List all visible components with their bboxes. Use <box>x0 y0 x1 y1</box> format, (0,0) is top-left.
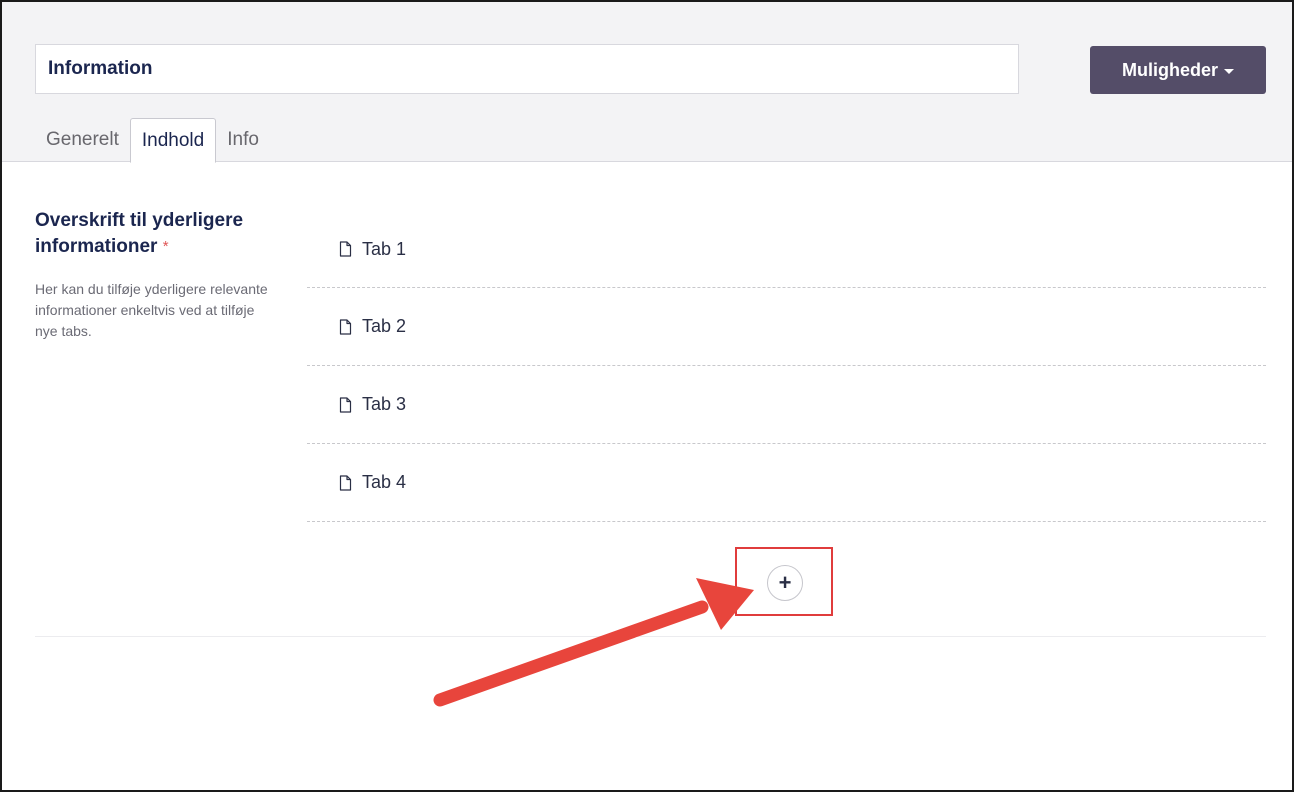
list-item-label: Tab 1 <box>362 238 407 259</box>
tab-list: Tab 1 Tab 2 Tab 3 Tab 4 <box>307 211 1266 522</box>
property-label: Overskrift til yderligere informationer … <box>35 208 285 260</box>
plus-icon: + <box>778 570 792 595</box>
tab-info[interactable]: Info <box>216 118 270 162</box>
document-icon <box>339 318 352 335</box>
caret-down-icon <box>1224 68 1234 74</box>
options-button[interactable]: Muligheder <box>1090 46 1266 94</box>
tab-indhold[interactable]: Indhold <box>129 118 217 163</box>
document-icon <box>339 474 352 491</box>
list-item[interactable]: Tab 4 <box>307 444 1266 522</box>
options-button-label: Muligheder <box>1121 59 1218 80</box>
tab-generelt[interactable]: Generelt <box>35 118 130 162</box>
document-icon <box>339 396 352 413</box>
add-tab-button[interactable]: + <box>767 565 803 601</box>
list-item-label: Tab 2 <box>362 316 407 336</box>
list-item[interactable]: Tab 3 <box>307 366 1266 444</box>
list-item[interactable]: Tab 2 <box>307 288 1266 366</box>
list-item[interactable]: Tab 1 <box>307 211 1266 288</box>
document-icon <box>339 241 352 257</box>
property-label-text: Overskrift til yderligere informationer <box>35 210 244 257</box>
editor-tabs: Generelt Indhold Info <box>35 118 270 163</box>
node-name-input[interactable] <box>35 44 1019 94</box>
editor-header: Muligheder Generelt Indhold Info <box>2 2 1292 163</box>
list-item-label: Tab 3 <box>362 394 407 414</box>
divider <box>35 636 1266 637</box>
list-item-label: Tab 4 <box>362 472 407 492</box>
property-description: Her kan du tilføje yderligere relevante … <box>35 281 268 339</box>
required-mark: * <box>162 238 169 255</box>
add-button-highlight: + <box>735 547 833 616</box>
editor-frame: Muligheder Generelt Indhold Info Overskr… <box>0 0 1294 792</box>
tab-content: Overskrift til yderligere informationer … <box>2 163 1292 790</box>
